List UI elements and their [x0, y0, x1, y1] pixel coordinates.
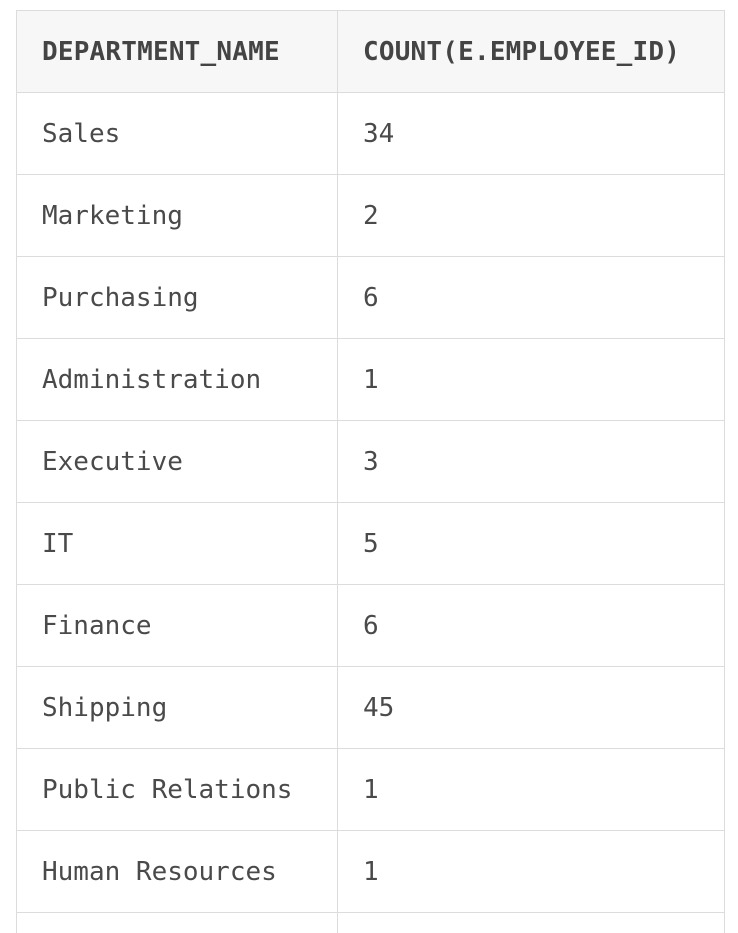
column-header-department-name: DEPARTMENT_NAME — [16, 10, 338, 93]
employee-count-cell: 2 — [337, 174, 725, 257]
department-name-cell: IT — [16, 502, 338, 585]
table-row: Human Resources 1 — [16, 830, 725, 913]
table-row: Administration 1 — [16, 338, 725, 421]
table-row: Public Relations 1 — [16, 748, 725, 831]
table-row: Executive 3 — [16, 420, 725, 503]
employee-count-cell: 3 — [337, 420, 725, 503]
employee-count-cell: 45 — [337, 666, 725, 749]
table-row: IT 5 — [16, 502, 725, 585]
header-row: DEPARTMENT_NAME COUNT(E.EMPLOYEE_ID) — [16, 10, 725, 93]
employee-count-cell: 1 — [337, 830, 725, 913]
table-row: Purchasing 6 — [16, 256, 725, 339]
table-row: Shipping 45 — [16, 666, 725, 749]
query-result-table: DEPARTMENT_NAME COUNT(E.EMPLOYEE_ID) Sal… — [16, 10, 725, 933]
department-name-cell: Finance — [16, 584, 338, 667]
table-row: Finance 6 — [16, 584, 725, 667]
table-body: Sales 34 Marketing 2 Purchasing 6 Admini… — [16, 92, 725, 933]
employee-count-cell: 5 — [337, 502, 725, 585]
department-name-cell: Human Resources — [16, 830, 338, 913]
department-name-cell: Marketing — [16, 174, 338, 257]
employee-count-cell: 6 — [337, 256, 725, 339]
table-row: Sales 34 — [16, 92, 725, 175]
table-row: Marketing 2 — [16, 174, 725, 257]
employee-count-cell: 6 — [337, 584, 725, 667]
department-name-cell: Purchasing — [16, 256, 338, 339]
employee-count-cell: 34 — [337, 92, 725, 175]
employee-count-cell: 1 — [337, 338, 725, 421]
table-header: DEPARTMENT_NAME COUNT(E.EMPLOYEE_ID) — [16, 10, 725, 93]
department-name-cell: Sales — [16, 92, 338, 175]
department-name-cell: Public Relations — [16, 748, 338, 831]
department-name-cell: Shipping — [16, 666, 338, 749]
department-name-cell: Administration — [16, 338, 338, 421]
department-name-cell: Executive — [16, 420, 338, 503]
employee-count-cell: 1 — [337, 748, 725, 831]
column-header-employee-count: COUNT(E.EMPLOYEE_ID) — [337, 10, 725, 93]
